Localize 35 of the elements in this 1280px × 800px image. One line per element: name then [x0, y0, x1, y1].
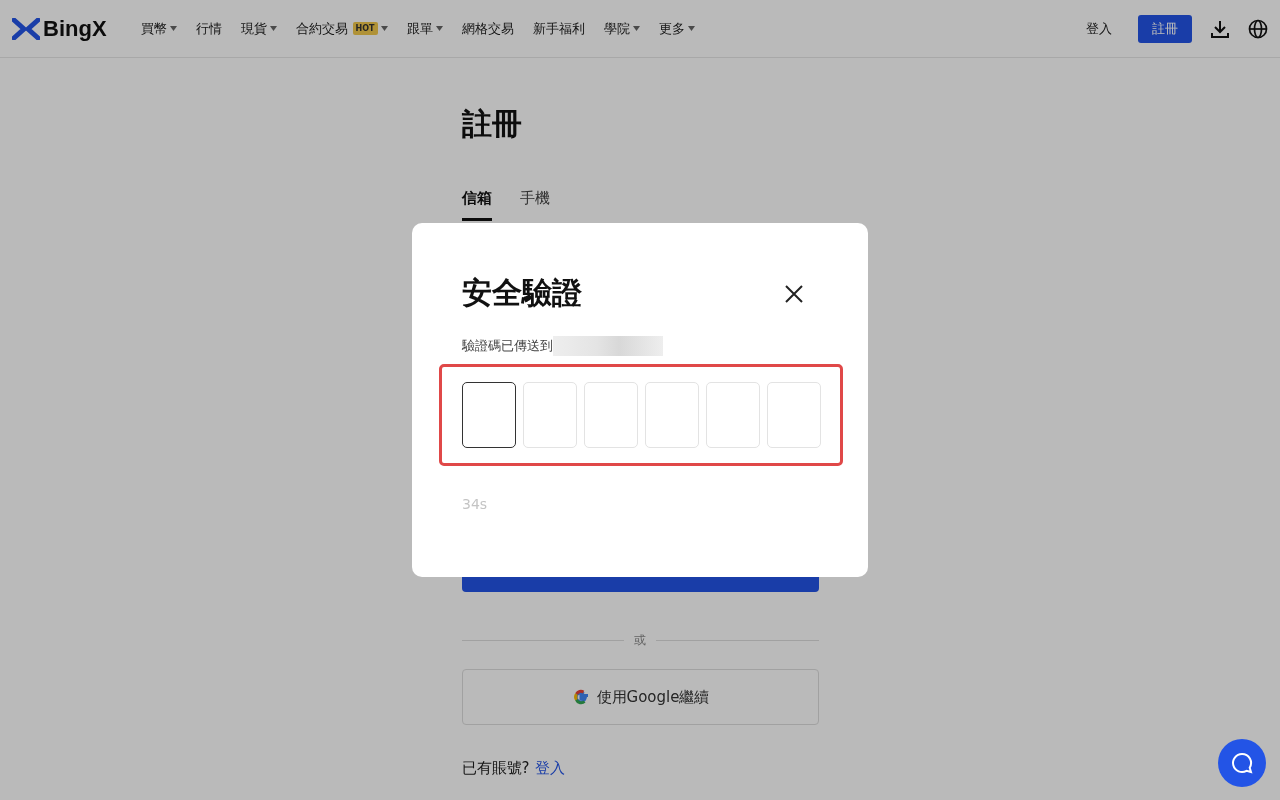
- hot-badge: HOT: [352, 22, 378, 35]
- nav-link[interactable]: 合約交易 HOT: [295, 19, 388, 38]
- caret-icon: [687, 26, 695, 31]
- dialog-title: 安全驗證: [462, 274, 582, 312]
- caret-icon: [169, 26, 177, 31]
- download-icon[interactable]: [1210, 18, 1230, 39]
- nav-link[interactable]: 行情: [195, 19, 222, 38]
- google-button[interactable]: 使用Google繼續: [461, 669, 819, 725]
- login-link[interactable]: 登入: [535, 759, 566, 778]
- nav-link[interactable]: 更多: [658, 19, 695, 38]
- caret-icon: [632, 26, 640, 31]
- chat-button[interactable]: [1218, 739, 1266, 787]
- caret-icon: [380, 26, 388, 31]
- nav-link[interactable]: 網格交易: [461, 19, 514, 38]
- nav-link[interactable]: 跟單: [406, 19, 443, 38]
- tab[interactable]: 手機: [519, 189, 550, 221]
- countdown-timer: 34s: [462, 496, 489, 512]
- close-button[interactable]: [783, 282, 805, 305]
- account-prompt: 已有賬號?: [461, 759, 530, 778]
- code-sent-text: 驗證碼已傳送到: [462, 337, 553, 355]
- logo-text[interactable]: BingX: [43, 15, 107, 42]
- code-input-field[interactable]: [462, 382, 516, 448]
- caret-icon: [269, 26, 277, 31]
- nav-link[interactable]: 現貨: [240, 19, 277, 38]
- divider-text: 或: [634, 632, 646, 649]
- nav-link[interactable]: 買幣: [140, 19, 177, 38]
- login-link[interactable]: 登入: [1086, 19, 1112, 38]
- speech-bubble-icon: [1230, 751, 1254, 775]
- globe-icon[interactable]: [1248, 18, 1268, 39]
- x-logo-icon: [12, 17, 40, 40]
- register-button[interactable]: 註冊: [1138, 14, 1192, 43]
- page-title: 註冊: [461, 105, 523, 143]
- caret-icon: [435, 26, 443, 31]
- nav-link[interactable]: 學院: [603, 19, 640, 38]
- nav-link[interactable]: 新手福利: [532, 19, 585, 38]
